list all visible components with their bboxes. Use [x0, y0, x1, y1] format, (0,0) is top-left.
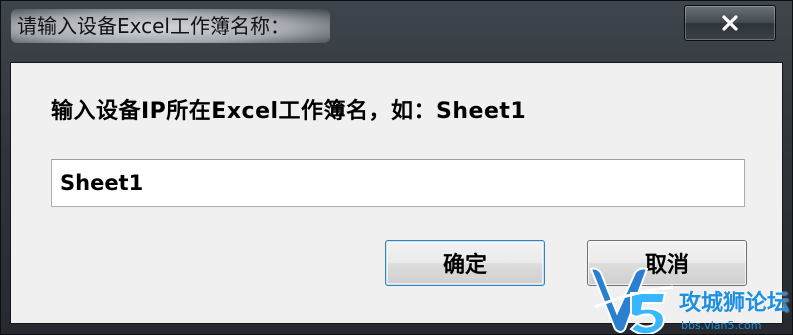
window-title: 请输入设备Excel工作簿名称：: [11, 9, 330, 43]
dialog-content: 输入设备IP所在Excel工作簿名，如：Sheet1 确定 取消: [10, 62, 783, 324]
prompt-label: 输入设备IP所在Excel工作簿名，如：Sheet1: [51, 99, 527, 124]
title-bar[interactable]: 请输入设备Excel工作簿名称：: [1, 1, 792, 61]
ok-button[interactable]: 确定: [385, 240, 545, 286]
close-button[interactable]: [684, 5, 776, 41]
dialog-window: 请输入设备Excel工作簿名称： 输入设备IP所在Excel工作簿名，如：She…: [0, 0, 793, 335]
close-icon: [721, 14, 739, 32]
workbook-name-input[interactable]: [51, 159, 745, 207]
cancel-button[interactable]: 取消: [587, 240, 747, 286]
